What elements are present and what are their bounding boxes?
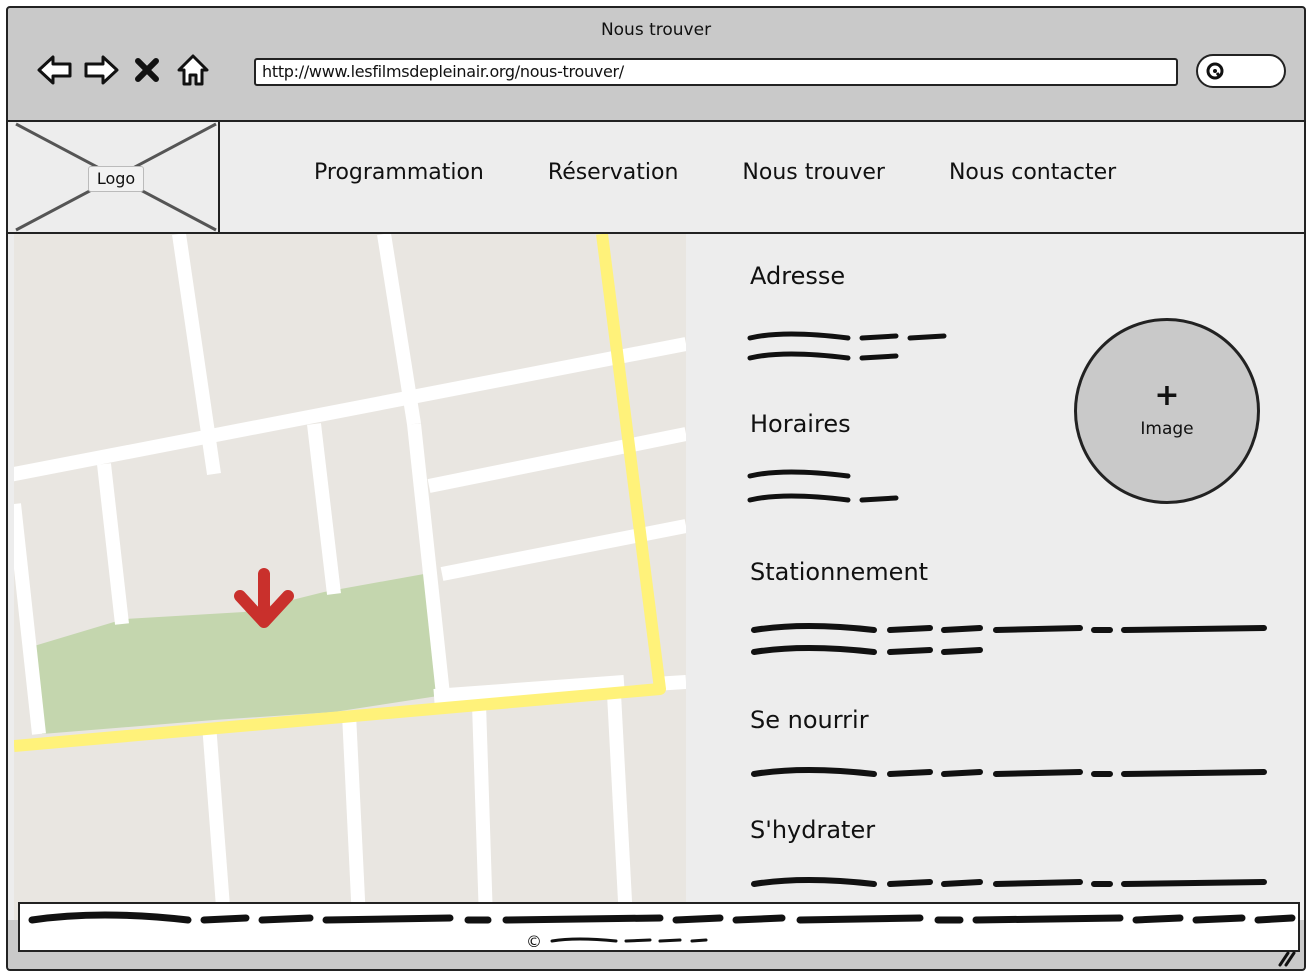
main-menu: Programmation Réservation Nous trouver N… [314, 160, 1180, 185]
stop-icon[interactable] [128, 50, 166, 90]
menu-item-nous-trouver[interactable]: Nous trouver [742, 160, 885, 185]
back-arrow-icon[interactable] [36, 50, 74, 90]
footer-text-placeholder [28, 911, 1296, 924]
map[interactable] [14, 234, 686, 920]
image-placeholder[interactable]: + Image [1074, 318, 1260, 504]
horaires-text-placeholder [747, 469, 899, 503]
s-hydrater-text-placeholder [751, 877, 1267, 887]
site-footer: © [18, 902, 1300, 952]
info-panel: Adresse Horaires + Image Stationnement S… [698, 234, 1304, 920]
search-field[interactable] [1196, 54, 1286, 88]
section-title-s-hydrater: S'hydrater [750, 816, 876, 844]
section-title-stationnement: Stationnement [750, 558, 929, 586]
copyright-symbol: © [526, 932, 542, 951]
browser-window: Nous trouver http://www.lesfilmsdepleina… [6, 6, 1306, 971]
image-label: Image [1140, 419, 1194, 439]
site-header: Logo Programmation Réservation Nous trou… [8, 122, 1304, 234]
logo[interactable]: Logo [14, 122, 220, 232]
search-icon [1206, 62, 1224, 80]
forward-arrow-icon[interactable] [82, 50, 120, 90]
window-title: Nous trouver [600, 20, 712, 40]
browser-nav [36, 50, 212, 90]
stationnement-text-placeholder [751, 623, 1267, 655]
logo-label: Logo [88, 166, 144, 192]
resize-grip-icon[interactable] [1276, 949, 1296, 967]
page-content: Logo Programmation Réservation Nous trou… [8, 120, 1304, 920]
adresse-text-placeholder [747, 331, 947, 361]
section-title-horaires: Horaires [750, 410, 851, 438]
section-title-adresse: Adresse [750, 262, 846, 290]
section-title-se-nourrir: Se nourrir [750, 706, 869, 734]
copyright-text-placeholder [550, 937, 708, 943]
add-image-icon: + [1154, 378, 1180, 413]
home-icon[interactable] [174, 50, 212, 90]
url-bar[interactable]: http://www.lesfilmsdepleinair.org/nous-t… [254, 58, 1178, 86]
map-roads [14, 234, 686, 920]
menu-item-reservation[interactable]: Réservation [548, 160, 679, 185]
menu-item-programmation[interactable]: Programmation [314, 160, 484, 185]
menu-item-nous-contacter[interactable]: Nous contacter [949, 160, 1116, 185]
se-nourrir-text-placeholder [751, 767, 1267, 777]
